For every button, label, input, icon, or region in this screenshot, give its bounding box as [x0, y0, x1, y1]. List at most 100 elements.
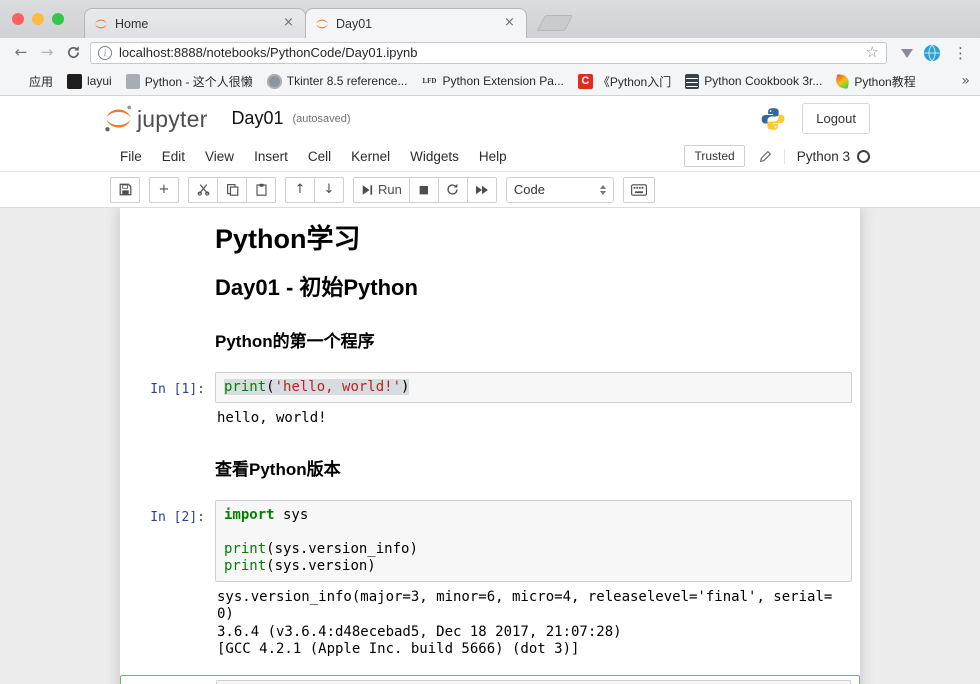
markdown-cell-h3-first-program[interactable]: Python的第一个程序 — [120, 308, 860, 358]
output-area: sys.version_info(major=3, minor=6, micro… — [215, 582, 852, 663]
back-button[interactable]: ← — [8, 45, 34, 60]
kernel-idle-icon — [857, 150, 870, 163]
copy-icon — [226, 183, 239, 196]
url-text[interactable]: localhost:8888/notebooks/PythonCode/Day0… — [119, 45, 859, 60]
close-window-button[interactable] — [12, 13, 24, 25]
bookmarks-bar: 应用 layui Python - 这个人很懒 Tkinter 8.5 refe… — [0, 67, 980, 96]
code-input[interactable]: import sys print(sys.version_info) print… — [215, 500, 852, 582]
output-area: hello, world! — [215, 403, 852, 432]
address-bar[interactable]: i localhost:8888/notebooks/PythonCode/Da… — [90, 42, 887, 64]
notebook-toolbar: + ↑ ↓ Run ■ Code — [0, 172, 980, 207]
save-button[interactable] — [110, 177, 140, 203]
browser-toolbar: ← → i localhost:8888/notebooks/PythonCod… — [0, 38, 980, 67]
tab-strip: Home × Day01 × — [0, 0, 980, 38]
bookmark-star-icon[interactable]: ☆ — [866, 45, 879, 60]
jupyter-favicon — [94, 17, 108, 31]
scissors-icon — [197, 183, 210, 196]
close-tab-icon[interactable]: × — [281, 16, 296, 31]
command-palette-button[interactable] — [623, 177, 655, 203]
move-cell-down-button[interactable]: ↓ — [314, 177, 344, 203]
logout-button[interactable]: Logout — [802, 103, 870, 134]
menu-edit[interactable]: Edit — [152, 149, 195, 164]
notebook-title[interactable]: Day01 — [231, 108, 283, 129]
paste-cell-button[interactable] — [246, 177, 276, 203]
restart-run-all-button[interactable] — [467, 177, 497, 203]
jupyter-logo[interactable]: jupyter — [104, 104, 207, 133]
bookmark-label: Python Cookbook 3r... — [704, 74, 822, 88]
bookmark-tkinter-reference[interactable]: Tkinter 8.5 reference... — [267, 74, 408, 89]
bookmark-apps[interactable]: 应用 — [10, 73, 53, 90]
notebook-menubar: File Edit View Insert Cell Kernel Widget… — [0, 141, 980, 172]
autosave-status: (autosaved) — [292, 113, 350, 125]
copy-cell-button[interactable] — [217, 177, 247, 203]
trusted-button[interactable]: Trusted — [684, 145, 744, 167]
menu-kernel[interactable]: Kernel — [341, 149, 400, 164]
code-input[interactable]: print('hello, world!') — [215, 372, 852, 403]
edit-mode-pencil-icon — [759, 150, 772, 163]
python-logo-icon — [760, 106, 786, 132]
markdown-cell-h3-version[interactable]: 查看Python版本 — [120, 436, 860, 486]
layui-favicon — [67, 74, 82, 89]
code-line — [224, 524, 843, 541]
heading-first-program: Python的第一个程序 — [215, 332, 852, 352]
zoom-window-button[interactable] — [52, 13, 64, 25]
cell-type-dropdown[interactable]: Code — [506, 177, 614, 203]
code-line: print('hello, world!') — [224, 379, 843, 396]
bookmark-python-cookbook[interactable]: Python Cookbook 3r... — [685, 74, 822, 89]
bookmark-lfd-python-extension[interactable]: LFD Python Extension Pa... — [421, 73, 563, 89]
interrupt-kernel-button[interactable]: ■ — [409, 177, 439, 203]
run-cell-button[interactable]: Run — [353, 177, 410, 203]
menu-insert[interactable]: Insert — [244, 149, 298, 164]
menu-file[interactable]: File — [112, 149, 152, 164]
input-prompt: In [ ]: — [121, 680, 216, 684]
markdown-cell-h1[interactable]: Python学习 — [120, 216, 860, 263]
prompt-area — [120, 312, 215, 354]
menu-help[interactable]: Help — [469, 149, 517, 164]
markdown-cell-h2[interactable]: Day01 - 初始Python — [120, 263, 860, 308]
cut-cell-button[interactable] — [188, 177, 218, 203]
menu-widgets[interactable]: Widgets — [400, 149, 469, 164]
output-text: hello, world! — [217, 410, 852, 428]
prompt-area — [120, 220, 215, 259]
bookmark-python-lazy[interactable]: Python - 这个人很懒 — [126, 73, 253, 90]
bookmarks-overflow-icon[interactable]: » — [961, 73, 970, 89]
fast-forward-icon — [475, 184, 489, 196]
keyboard-icon — [631, 184, 647, 196]
jupyter-wordmark: jupyter — [137, 108, 207, 133]
reload-button[interactable] — [60, 45, 86, 60]
move-cell-up-button[interactable]: ↑ — [285, 177, 315, 203]
window-controls — [12, 13, 64, 25]
menu-cell[interactable]: Cell — [298, 149, 341, 164]
minimize-window-button[interactable] — [32, 13, 44, 25]
page-info-icon[interactable]: i — [98, 46, 112, 60]
new-tab-button[interactable] — [537, 15, 574, 31]
add-cell-button[interactable]: + — [149, 177, 179, 203]
bookmark-python-intro[interactable]: C 《Python入门 — [578, 73, 671, 90]
code-cell-1[interactable]: In [1]: print('hello, world!') hello, wo… — [120, 368, 860, 436]
code-cell-3-selected[interactable]: In [ ]: — [120, 675, 860, 684]
globe-extension-icon[interactable] — [923, 44, 941, 62]
heading-day01: Day01 - 初始Python — [215, 275, 852, 300]
tab-day01[interactable]: Day01 × — [305, 8, 527, 38]
lfd-favicon: LFD — [421, 73, 437, 89]
chrome-menu-icon[interactable]: ⋮ — [945, 44, 972, 62]
kernel-name: Python 3 — [797, 149, 850, 164]
input-prompt: In [1]: — [120, 372, 215, 432]
menu-view[interactable]: View — [195, 149, 244, 164]
bookmark-label: Python教程 — [854, 73, 915, 90]
code-input-focused[interactable] — [216, 680, 851, 684]
book-favicon — [685, 74, 699, 89]
bookmark-python-tutorial[interactable]: Python教程 — [836, 73, 915, 90]
text-selection: print('hello, world!') — [224, 379, 409, 395]
code-cell-2[interactable]: In [2]: import sys print(sys.version_inf… — [120, 496, 860, 667]
tab-home[interactable]: Home × — [84, 8, 306, 38]
csdn-favicon: C — [578, 74, 593, 89]
heading-check-version: 查看Python版本 — [215, 460, 852, 480]
forward-button[interactable]: → — [34, 45, 60, 60]
close-tab-icon[interactable]: × — [502, 16, 517, 31]
bookmark-label: 《Python入门 — [598, 73, 671, 90]
output-text: sys.version_info(major=3, minor=6, micro… — [217, 589, 852, 659]
restart-kernel-button[interactable] — [438, 177, 468, 203]
bookmark-layui[interactable]: layui — [67, 74, 112, 89]
download-arrow-icon[interactable] — [901, 49, 913, 64]
